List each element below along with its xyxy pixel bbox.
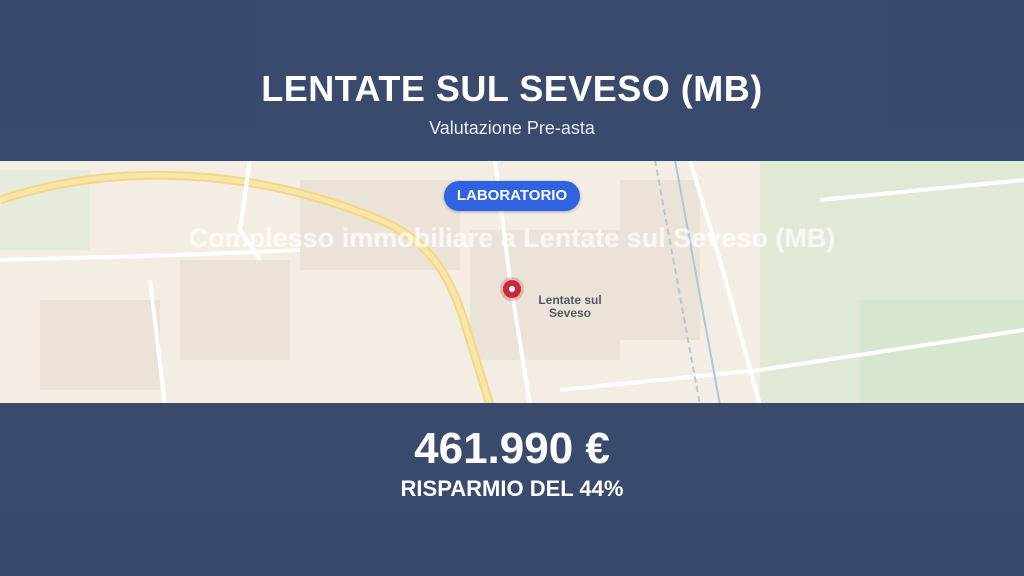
page-subtitle: Valutazione Pre-asta — [429, 118, 595, 138]
price-value: 461.990 € — [414, 424, 610, 473]
map-pin-icon[interactable] — [503, 280, 521, 298]
page-title: LENTATE SUL SEVESO (MB) — [261, 68, 763, 109]
map-town-label-line2: Seveso — [548, 306, 592, 320]
property-overlay-title: Complesso immobiliare a Lentate sul Seve… — [188, 223, 836, 253]
map-town-label: Lentate sul Seveso — [530, 294, 610, 320]
saving-label: RISPARMIO DEL 44% — [400, 476, 624, 501]
category-badge[interactable]: LABORATORIO — [444, 181, 580, 211]
